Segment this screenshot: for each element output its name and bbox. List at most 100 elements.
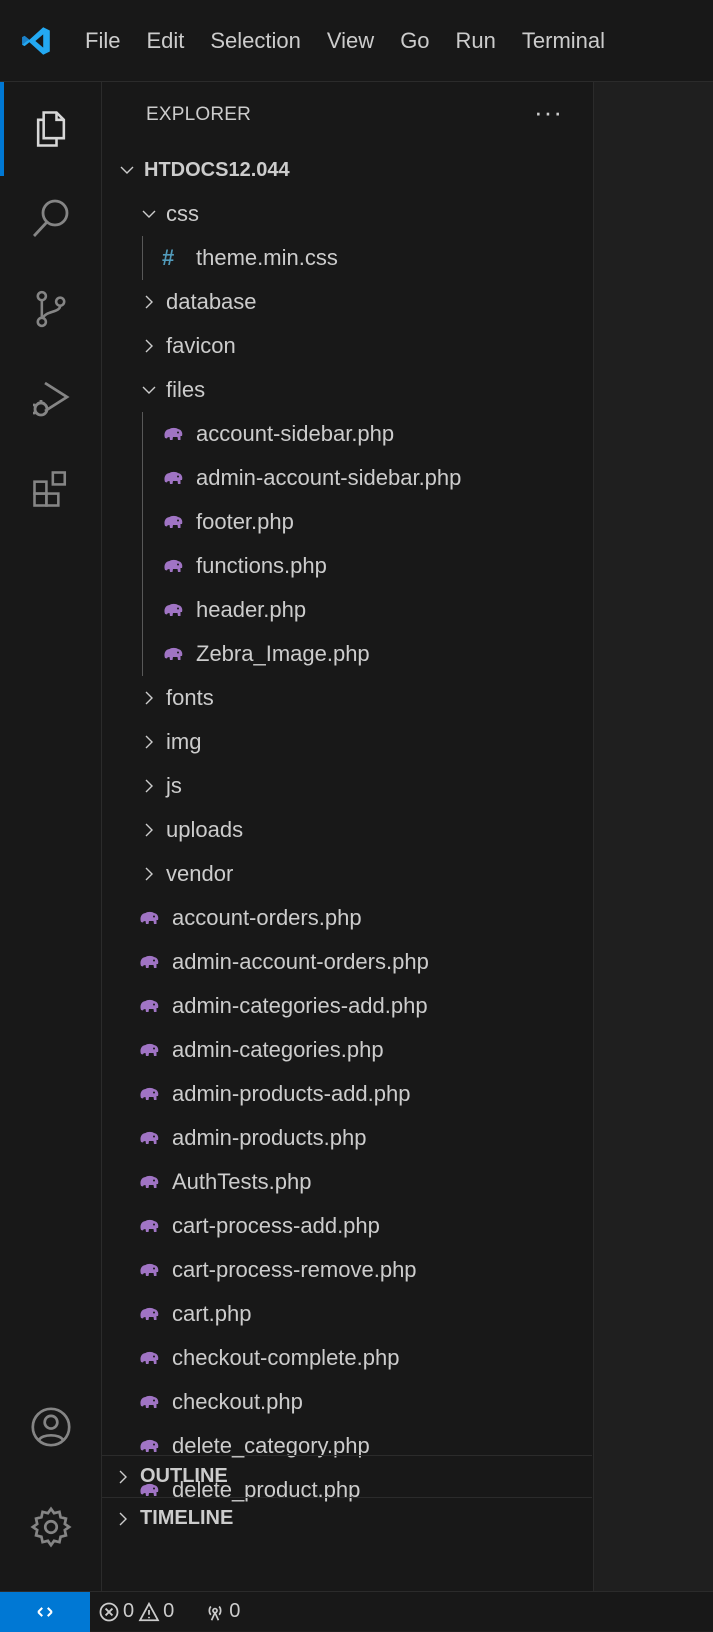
chevron-down-icon <box>138 379 160 401</box>
tree-item-label: cart-process-add.php <box>172 1213 380 1238</box>
tree-item-file[interactable]: cart.php <box>102 1292 592 1336</box>
tree-item-file[interactable]: account-sidebar.php <box>102 412 592 456</box>
tree-item-file[interactable]: functions.php <box>102 544 592 588</box>
tree-item-folder[interactable]: css <box>102 192 592 236</box>
run-debug-icon[interactable] <box>0 354 102 444</box>
tree-item-file[interactable]: admin-products.php <box>102 1116 592 1160</box>
source-control-icon[interactable] <box>0 264 102 354</box>
menu-selection[interactable]: Selection <box>197 0 314 82</box>
chevron-right-icon <box>138 731 160 753</box>
menu-file[interactable]: File <box>72 0 133 82</box>
tree-item-folder[interactable]: files <box>102 368 592 412</box>
tree-item-label: uploads <box>166 817 244 842</box>
tree-item-label: admin-account-orders.php <box>172 949 429 974</box>
warning-icon <box>138 1601 160 1621</box>
php-file-icon <box>138 1130 166 1146</box>
php-file-icon <box>162 602 190 618</box>
php-file-icon <box>138 1218 166 1234</box>
tree-item-label: database <box>166 289 257 314</box>
tree-item-label: checkout.php <box>172 1389 303 1414</box>
remote-indicator-button[interactable] <box>0 1591 90 1632</box>
tree-item-label: vendor <box>166 861 234 886</box>
ports-status[interactable]: 0 <box>204 1600 244 1623</box>
tree-item-folder[interactable]: fonts <box>102 676 592 720</box>
tree-item-file[interactable]: account-orders.php <box>102 896 592 940</box>
tree-item-label: img <box>166 729 202 754</box>
tree-item-label: cart.php <box>172 1301 252 1326</box>
tree-item-file[interactable]: checkout.php <box>102 1380 592 1424</box>
tree-item-file[interactable]: footer.php <box>102 500 592 544</box>
tree-item-file[interactable]: admin-products-add.php <box>102 1072 592 1116</box>
tree-root-folder[interactable]: HTDOCS12.044 <box>102 148 592 192</box>
chevron-right-icon <box>112 1508 134 1530</box>
tree-item-file[interactable]: admin-categories.php <box>102 1028 592 1072</box>
tree-item-label: functions.php <box>196 553 327 578</box>
explorer-more-actions-button[interactable]: ··· <box>534 82 563 148</box>
tree-item-label: header.php <box>196 597 307 622</box>
menu-view[interactable]: View <box>314 0 387 82</box>
php-file-icon <box>138 1174 166 1190</box>
extensions-icon[interactable] <box>0 444 102 534</box>
chevron-right-icon <box>138 687 160 709</box>
tree-item-label: footer.php <box>196 509 294 534</box>
menu-edit[interactable]: Edit <box>133 0 197 82</box>
problems-status[interactable]: 0 0 <box>98 1600 178 1623</box>
php-file-icon <box>138 1086 166 1102</box>
tree-item-folder[interactable]: vendor <box>102 852 592 896</box>
php-file-icon <box>138 1394 166 1410</box>
timeline-label: TIMELINE <box>140 1507 234 1529</box>
outline-label: OUTLINE <box>140 1465 228 1487</box>
vscode-logo-icon <box>0 0 72 82</box>
tree-item-folder[interactable]: img <box>102 720 592 764</box>
tree-item-label: Zebra_Image.php <box>196 641 370 666</box>
chevron-down-icon <box>138 203 160 225</box>
tree-item-folder[interactable]: favicon <box>102 324 592 368</box>
tree-item-file[interactable]: cart-process-remove.php <box>102 1248 592 1292</box>
php-file-icon <box>138 1042 166 1058</box>
editor-area <box>594 82 713 1591</box>
file-tree: HTDOCS12.044 css # theme.min.css database fav… <box>102 148 592 1512</box>
tree-item-label: admin-categories-add.php <box>172 993 428 1018</box>
tree-item-file[interactable]: admin-account-orders.php <box>102 940 592 984</box>
tree-item-label: admin-products.php <box>172 1125 367 1150</box>
menu-terminal[interactable]: Terminal <box>509 0 618 82</box>
tree-item-file[interactable]: AuthTests.php <box>102 1160 592 1204</box>
php-file-icon <box>138 954 166 970</box>
title-bar: File Edit Selection View Go Run Terminal <box>0 0 713 82</box>
tree-item-label: css <box>166 201 199 226</box>
account-icon[interactable] <box>0 1382 102 1472</box>
tree-item-label: AuthTests.php <box>172 1169 312 1194</box>
tree-item-file[interactable]: cart-process-add.php <box>102 1204 592 1248</box>
menu-run[interactable]: Run <box>443 0 509 82</box>
manage-gear-icon[interactable] <box>0 1482 102 1572</box>
tree-item-folder[interactable]: database <box>102 280 592 324</box>
php-file-icon <box>138 998 166 1014</box>
php-file-icon <box>138 1350 166 1366</box>
chevron-right-icon <box>138 775 160 797</box>
tree-item-label: account-sidebar.php <box>196 421 395 446</box>
tree-item-folder[interactable]: js <box>102 764 592 808</box>
menu-go[interactable]: Go <box>387 0 442 82</box>
tree-item-file[interactable]: admin-account-sidebar.php <box>102 456 592 500</box>
tree-item-file[interactable]: checkout-complete.php <box>102 1336 592 1380</box>
tree-item-file[interactable]: header.php <box>102 588 592 632</box>
tree-item-folder[interactable]: uploads <box>102 808 592 852</box>
tree-item-label: admin-products-add.php <box>172 1081 411 1106</box>
tree-item-file[interactable]: admin-categories-add.php <box>102 984 592 1028</box>
warning-count: 0 <box>163 1600 175 1622</box>
indent-guide <box>142 544 143 588</box>
php-file-icon <box>138 1306 166 1322</box>
error-count: 0 <box>123 1600 135 1622</box>
indent-guide <box>142 500 143 544</box>
menu-bar: File Edit Selection View Go Run Terminal <box>72 0 618 82</box>
timeline-panel-header[interactable]: TIMELINE <box>102 1497 592 1539</box>
search-icon[interactable] <box>0 174 102 264</box>
explorer-icon[interactable] <box>0 84 102 174</box>
php-file-icon <box>138 1438 166 1454</box>
outline-panel-header[interactable]: OUTLINE <box>102 1455 592 1497</box>
tree-item-file[interactable]: Zebra_Image.php <box>102 632 592 676</box>
chevron-right-icon <box>112 1466 134 1488</box>
tree-item-file[interactable]: # theme.min.css <box>102 236 592 280</box>
remote-icon <box>37 1606 53 1617</box>
tree-item-label: files <box>166 377 206 402</box>
